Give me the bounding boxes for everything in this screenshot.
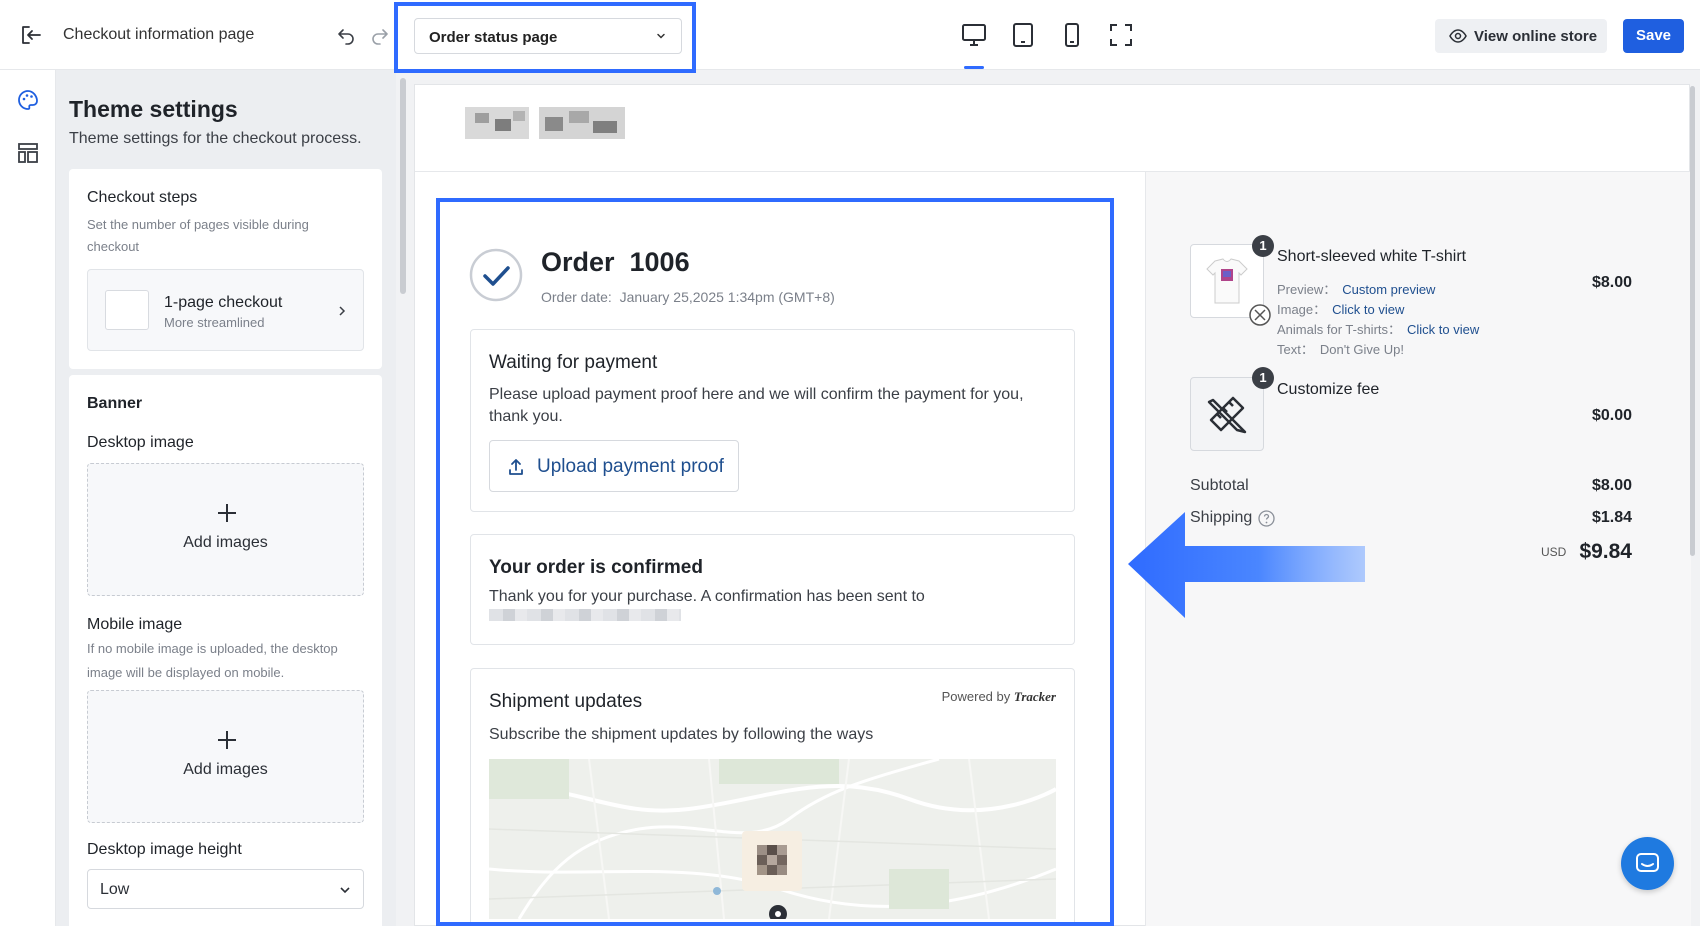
arrow-left-icon bbox=[1128, 512, 1365, 618]
currency-label: USD bbox=[1541, 545, 1567, 559]
preview-scrollbar[interactable] bbox=[1690, 86, 1695, 556]
banner-title: Banner bbox=[87, 395, 143, 412]
item-name: Customize fee bbox=[1277, 381, 1380, 398]
shipping-label: Shipping bbox=[1190, 509, 1253, 526]
checkout-steps-title: Checkout steps bbox=[87, 189, 198, 206]
panel-title: Theme settings bbox=[69, 96, 238, 122]
item-name: Short-sleeved white T-shirt bbox=[1277, 248, 1467, 265]
prop-label: Text： bbox=[1277, 342, 1314, 357]
custom-preview-link[interactable]: Custom preview bbox=[1342, 282, 1435, 297]
mobile-image-desc: If no mobile image is uploaded, the desk… bbox=[87, 641, 338, 680]
undo-icon[interactable] bbox=[336, 25, 356, 45]
mobile-image-label: Mobile image bbox=[87, 616, 183, 633]
save-button[interactable]: Save bbox=[1623, 19, 1684, 53]
mobile-image-dropzone[interactable]: Add images bbox=[87, 690, 364, 823]
checkout-option-label: 1-page checkout bbox=[164, 294, 283, 311]
active-device-indicator bbox=[964, 66, 984, 69]
desktop-image-dropzone[interactable]: Add images bbox=[87, 463, 364, 596]
view-online-store-button[interactable]: View online store bbox=[1435, 19, 1607, 53]
redo-icon[interactable] bbox=[370, 25, 390, 45]
panel-subtitle: Theme settings for the checkout process. bbox=[69, 130, 362, 147]
shipping-value: $1.84 bbox=[1591, 509, 1632, 526]
item-price: $8.00 bbox=[1591, 274, 1632, 291]
checkout-option[interactable]: 1-page checkout More streamlined bbox=[87, 269, 364, 351]
item-prop-preview: Preview： Custom preview bbox=[1277, 279, 1435, 298]
desktop-image-label: Desktop image bbox=[87, 434, 194, 451]
fullscreen-icon[interactable] bbox=[1107, 21, 1135, 49]
tablet-icon[interactable] bbox=[1009, 21, 1037, 49]
image-view-link[interactable]: Click to view bbox=[1332, 302, 1404, 317]
banner-card: Banner Desktop image Add images Mobile i… bbox=[69, 375, 382, 926]
checkout-option-thumb bbox=[105, 290, 149, 330]
animals-view-link[interactable]: Click to view bbox=[1407, 322, 1479, 337]
chevron-down-icon bbox=[340, 887, 350, 894]
mobile-add-images-label: Add images bbox=[183, 761, 268, 778]
mobile-icon[interactable] bbox=[1058, 21, 1086, 49]
palette-icon[interactable] bbox=[16, 88, 40, 112]
chat-button[interactable] bbox=[1621, 837, 1674, 890]
icon-rail bbox=[0, 70, 56, 926]
item-prop-image: Image： Click to view bbox=[1277, 299, 1404, 318]
prop-value: Don't Give Up! bbox=[1319, 342, 1404, 357]
view-online-store-label: View online store bbox=[1474, 28, 1598, 45]
item-prop-animals: Animals for T-shirts： Click to view bbox=[1277, 319, 1479, 338]
desktop-add-images-label: Add images bbox=[183, 534, 268, 551]
desktop-image-height-select[interactable]: Low bbox=[87, 869, 364, 909]
checkout-steps-card: Checkout steps Set the number of pages v… bbox=[69, 169, 382, 369]
exit-icon[interactable] bbox=[20, 24, 42, 46]
page-title: Checkout information page bbox=[63, 26, 255, 43]
subtotal-label: Subtotal bbox=[1190, 477, 1249, 494]
prop-label: Preview： bbox=[1277, 282, 1337, 297]
eye-icon bbox=[1449, 29, 1467, 43]
prop-label: Animals for T-shirts： bbox=[1277, 322, 1402, 337]
customize-badge-icon bbox=[1249, 304, 1271, 326]
ruler-pencil-icon bbox=[1207, 396, 1247, 434]
page-select-highlight bbox=[394, 2, 696, 73]
item-quantity-badge: 1 bbox=[1252, 235, 1274, 257]
order-content-highlight bbox=[436, 198, 1114, 926]
desktop-icon[interactable] bbox=[960, 21, 988, 49]
item-quantity-badge: 1 bbox=[1252, 367, 1274, 389]
panel-scrollbar[interactable] bbox=[400, 78, 406, 294]
top-bar: Checkout information page Order status p… bbox=[0, 0, 1700, 70]
subtotal-value: $8.00 bbox=[1591, 477, 1632, 494]
checkout-option-sub: More streamlined bbox=[164, 315, 265, 330]
settings-panel: Theme settings Theme settings for the ch… bbox=[56, 70, 396, 926]
customize-fee-thumbnail bbox=[1190, 377, 1264, 451]
item-price: $0.00 bbox=[1591, 407, 1632, 424]
plus-icon bbox=[218, 504, 236, 522]
item-prop-text: Text： Don't Give Up! bbox=[1277, 339, 1404, 358]
prop-label: Image： bbox=[1277, 302, 1327, 317]
help-icon[interactable] bbox=[1258, 510, 1275, 527]
store-logo bbox=[465, 107, 625, 139]
desktop-image-height-label: Desktop image height bbox=[87, 841, 242, 858]
checkout-steps-desc: Set the number of pages visible during c… bbox=[87, 217, 309, 254]
layout-icon[interactable] bbox=[16, 141, 40, 165]
chat-icon bbox=[1636, 853, 1659, 872]
chevron-right-icon bbox=[339, 306, 346, 316]
plus-icon bbox=[218, 731, 236, 749]
total-value: $9.84 bbox=[1579, 540, 1632, 563]
desktop-image-height-value: Low bbox=[100, 881, 130, 898]
